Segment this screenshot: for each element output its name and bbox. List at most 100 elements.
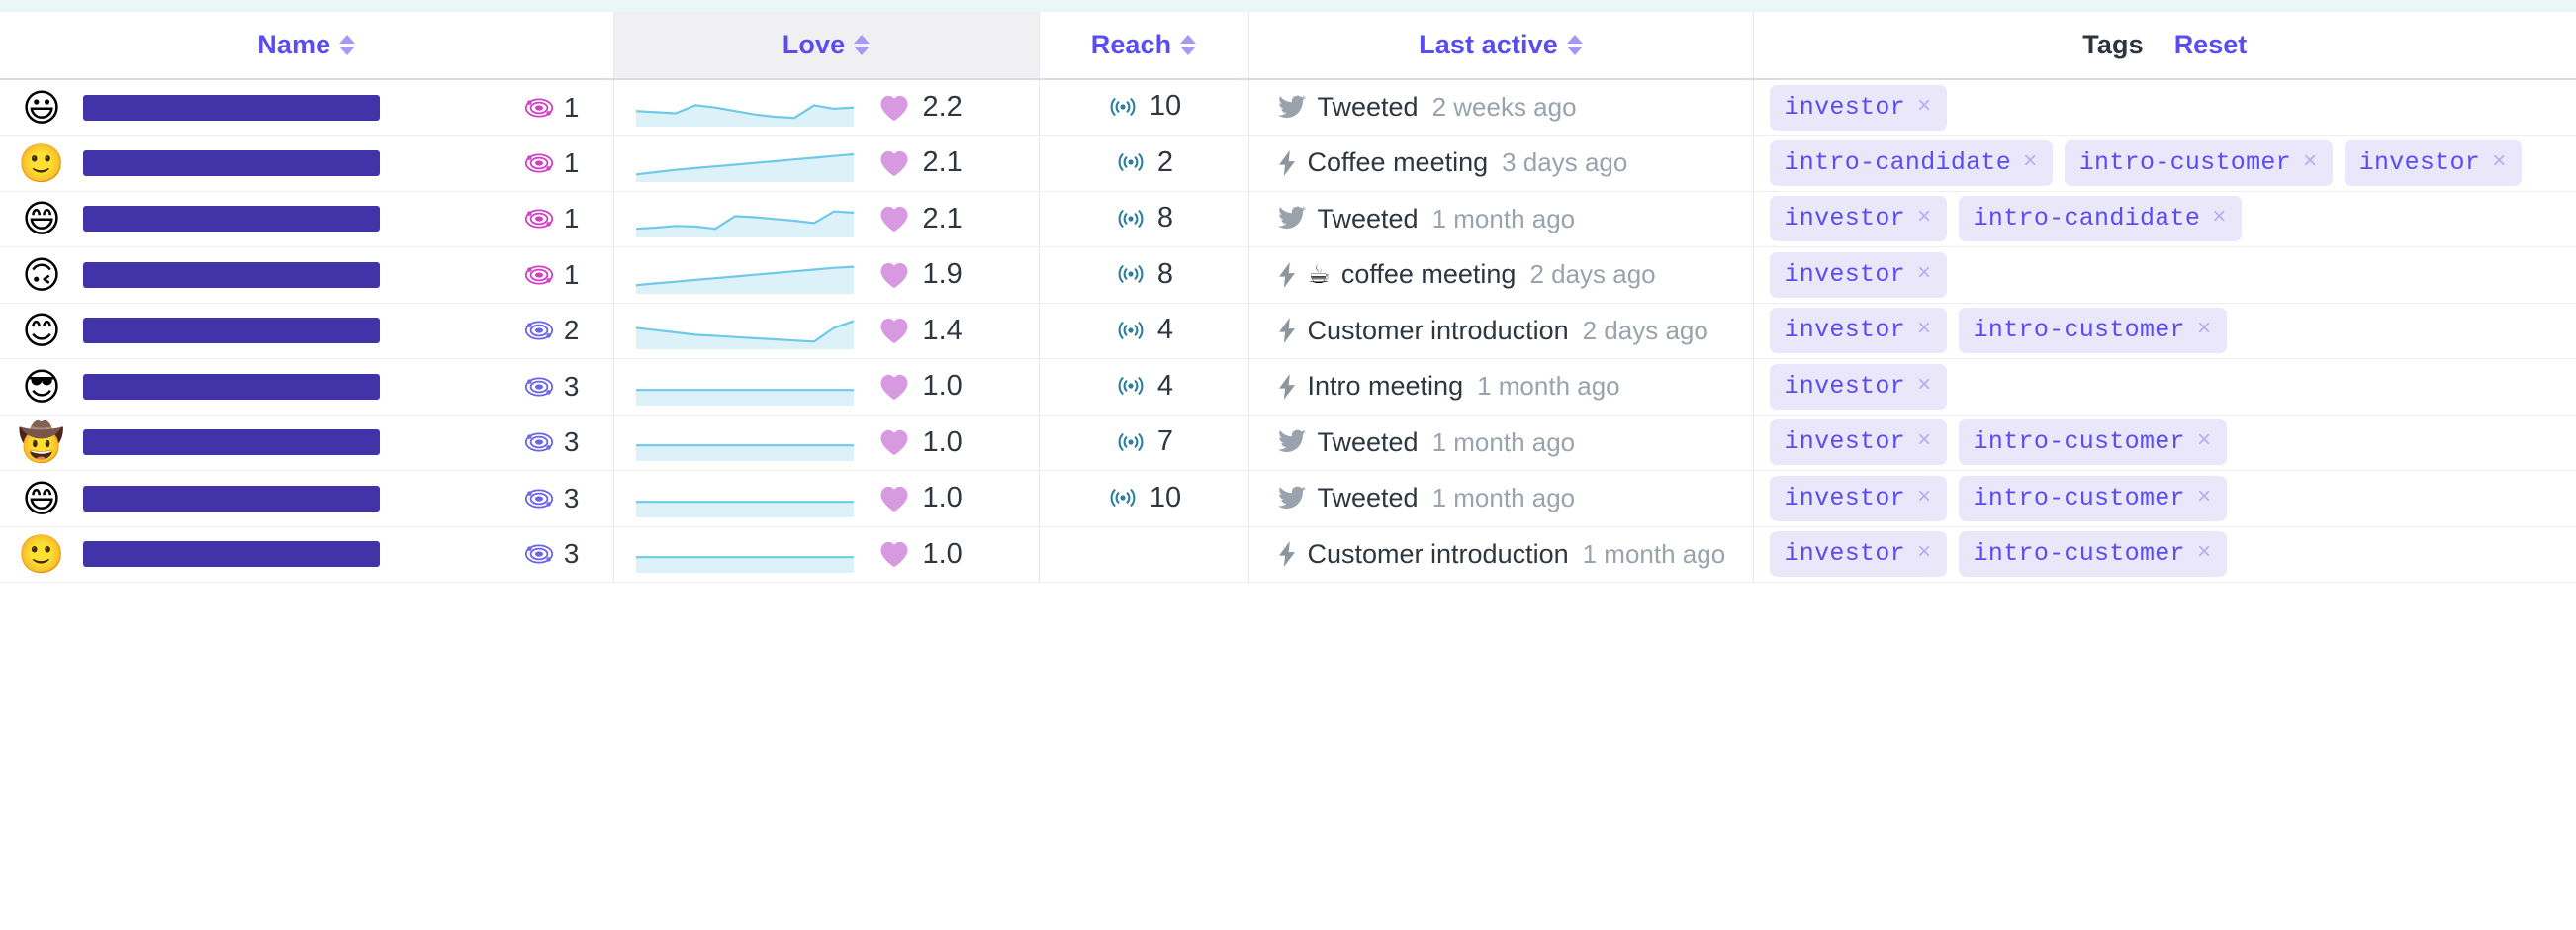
cell-love[interactable]: 1.4 [613, 303, 1040, 359]
cell-reach[interactable]: 10 [1039, 470, 1249, 527]
cell-reach[interactable]: 7 [1039, 415, 1249, 471]
cell-name[interactable]: 😄 3 [0, 470, 614, 527]
tag-chip[interactable]: intro-customer × [1958, 419, 2227, 466]
table-row[interactable]: 😄 1 2.1 8 Tweeted 1 month ago investor × intro-c… [0, 191, 2576, 247]
tag-chip[interactable]: investor × [1769, 475, 1947, 521]
cell-love[interactable]: 2.1 [613, 191, 1040, 247]
cell-reach[interactable] [1039, 526, 1249, 583]
cell-name[interactable]: 😎 3 [0, 358, 614, 416]
cell-last-active[interactable]: Intro meeting 1 month ago [1248, 358, 1754, 416]
column-header-love[interactable]: Love [613, 12, 1040, 80]
cell-last-active[interactable]: Coffee meeting 3 days ago [1248, 135, 1754, 192]
cell-tags[interactable]: investor × intro-candidate × [1753, 191, 2576, 247]
tag-remove-icon[interactable]: × [1917, 317, 1932, 343]
cell-reach[interactable]: 2 [1039, 135, 1249, 192]
cell-last-active[interactable]: Tweeted 1 month ago [1248, 415, 1754, 471]
tag-remove-icon[interactable]: × [1917, 373, 1932, 400]
sort-toggle-last-active-icon[interactable] [1566, 35, 1583, 55]
table-row[interactable]: 😊 2 1.4 4 Customer introduction 2 days ago inv… [0, 303, 2576, 359]
degree-badge[interactable]: 1 [524, 259, 598, 291]
cell-love[interactable]: 2.1 [613, 135, 1040, 192]
sort-toggle-reach-icon[interactable] [1180, 35, 1197, 55]
cell-name[interactable]: 🙃 1 [0, 246, 614, 304]
degree-badge[interactable]: 3 [524, 538, 598, 570]
tag-remove-icon[interactable]: × [2023, 149, 2038, 176]
tag-chip[interactable]: investor × [2344, 140, 2522, 186]
sort-toggle-name-icon[interactable] [339, 35, 356, 55]
degree-badge[interactable]: 3 [524, 483, 598, 514]
cell-name[interactable]: 🙂 1 [0, 135, 614, 192]
tag-remove-icon[interactable]: × [2303, 149, 2318, 176]
tag-remove-icon[interactable]: × [1917, 428, 1932, 455]
cell-last-active[interactable]: Customer introduction 1 month ago [1248, 526, 1754, 583]
tag-chip[interactable]: intro-candidate × [1769, 140, 2053, 186]
cell-last-active[interactable]: ☕ coffee meeting 2 days ago [1248, 246, 1754, 304]
degree-badge[interactable]: 1 [524, 92, 598, 124]
cell-tags[interactable]: investor × intro-customer × [1753, 415, 2576, 471]
tag-remove-icon[interactable]: × [1917, 261, 1932, 288]
cell-name[interactable]: 😄 1 [0, 191, 614, 247]
tag-chip[interactable]: investor × [1769, 251, 1947, 298]
tag-chip[interactable]: intro-customer × [1958, 308, 2227, 354]
tag-chip[interactable]: investor × [1769, 419, 1947, 466]
cell-tags[interactable]: investor × [1753, 79, 2576, 136]
tag-chip[interactable]: investor × [1769, 363, 1947, 410]
tag-chip[interactable]: intro-customer × [1958, 475, 2227, 521]
cell-love[interactable]: 2.2 [613, 79, 1040, 136]
tag-remove-icon[interactable]: × [2197, 540, 2212, 567]
tag-remove-icon[interactable]: × [2197, 485, 2212, 512]
degree-badge[interactable]: 2 [524, 315, 598, 346]
tag-remove-icon[interactable]: × [2212, 205, 2227, 232]
cell-love[interactable]: 1.0 [613, 415, 1040, 471]
table-row[interactable]: 🙃 1 1.9 8 ☕ coffee meeting 2 days ago investor × [0, 246, 2576, 304]
cell-reach[interactable]: 10 [1039, 79, 1249, 136]
cell-love[interactable]: 1.0 [613, 470, 1040, 527]
tags-reset-button[interactable]: Reset [2174, 32, 2248, 58]
tag-remove-icon[interactable]: × [2197, 317, 2212, 343]
cell-last-active[interactable]: Tweeted 1 month ago [1248, 191, 1754, 247]
tag-chip[interactable]: intro-customer × [2064, 140, 2333, 186]
tag-remove-icon[interactable]: × [1917, 94, 1932, 121]
sort-toggle-love-icon[interactable] [854, 35, 871, 55]
column-header-name[interactable]: Name [0, 12, 614, 80]
tag-chip[interactable]: intro-customer × [1958, 531, 2227, 578]
tag-remove-icon[interactable]: × [2492, 149, 2507, 176]
table-scroll-container[interactable]: Name Love Reach Last active Tags Reset 😃… [0, 12, 2576, 583]
cell-last-active[interactable]: Tweeted 1 month ago [1248, 470, 1754, 527]
tag-remove-icon[interactable]: × [1917, 205, 1932, 232]
degree-badge[interactable]: 1 [524, 147, 598, 179]
degree-badge[interactable]: 3 [524, 426, 598, 458]
degree-badge[interactable]: 3 [524, 371, 598, 403]
cell-love[interactable]: 1.9 [613, 246, 1040, 304]
cell-last-active[interactable]: Customer introduction 2 days ago [1248, 303, 1754, 359]
cell-name[interactable]: 🙂 3 [0, 526, 614, 583]
cell-love[interactable]: 1.0 [613, 526, 1040, 583]
table-row[interactable]: 😎 3 1.0 4 Intro meeting 1 month ago investor × [0, 358, 2576, 416]
column-header-reach[interactable]: Reach [1039, 12, 1249, 80]
tag-chip[interactable]: intro-candidate × [1958, 196, 2242, 242]
cell-tags[interactable]: investor × [1753, 246, 2576, 304]
tag-chip[interactable]: investor × [1769, 308, 1947, 354]
cell-tags[interactable]: investor × [1753, 358, 2576, 416]
cell-tags[interactable]: investor × intro-customer × [1753, 470, 2576, 527]
cell-tags[interactable]: investor × intro-customer × [1753, 526, 2576, 583]
tag-chip[interactable]: investor × [1769, 196, 1947, 242]
tag-remove-icon[interactable]: × [2197, 428, 2212, 455]
table-row[interactable]: 😃 1 2.2 10 Tweeted 2 weeks ago investor × [0, 79, 2576, 136]
cell-last-active[interactable]: Tweeted 2 weeks ago [1248, 79, 1754, 136]
tag-chip[interactable]: investor × [1769, 531, 1947, 578]
table-row[interactable]: 🙂 1 2.1 2 Coffee meeting 3 days ago intro-cand… [0, 135, 2576, 192]
cell-name[interactable]: 🤠 3 [0, 415, 614, 471]
table-row[interactable]: 🙂 3 1.0 Customer introduction 1 month ago inv… [0, 526, 2576, 583]
cell-reach[interactable]: 8 [1039, 191, 1249, 247]
cell-love[interactable]: 1.0 [613, 358, 1040, 416]
cell-reach[interactable]: 8 [1039, 246, 1249, 304]
cell-reach[interactable]: 4 [1039, 358, 1249, 416]
cell-name[interactable]: 😃 1 [0, 79, 614, 136]
degree-badge[interactable]: 1 [524, 203, 598, 234]
cell-reach[interactable]: 4 [1039, 303, 1249, 359]
cell-tags[interactable]: investor × intro-customer × [1753, 303, 2576, 359]
tag-chip[interactable]: investor × [1769, 84, 1947, 131]
tag-remove-icon[interactable]: × [1917, 485, 1932, 512]
column-header-last-active[interactable]: Last active [1248, 12, 1754, 80]
